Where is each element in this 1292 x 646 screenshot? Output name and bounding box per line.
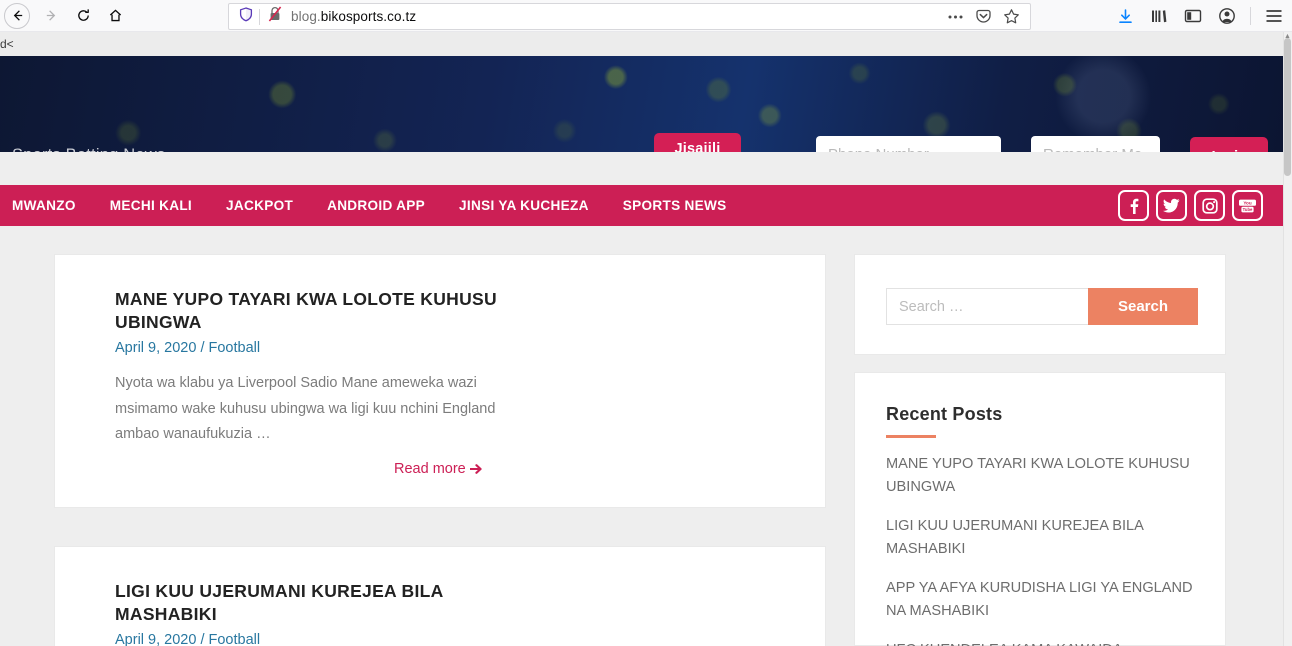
forward-button[interactable] [36, 2, 66, 30]
search-input[interactable] [886, 288, 1088, 325]
url-bar[interactable]: blog.bikosports.co.tz [228, 3, 1031, 30]
recent-post-item[interactable]: LIGI KUU UJERUMANI KUREJEA BILA MASHABIK… [886, 515, 1204, 561]
account-avatar-icon[interactable] [1211, 2, 1243, 30]
youtube-icon[interactable]: You Tube [1232, 190, 1263, 221]
reload-icon [77, 9, 89, 21]
search-button[interactable]: Search [1088, 288, 1198, 325]
broken-lock-icon[interactable] [268, 6, 282, 27]
search-widget: Search [854, 254, 1226, 355]
arrow-right-icon [469, 464, 482, 474]
recent-posts-list: MANE YUPO TAYARI KWA LOLOTE KUHUSU UBING… [886, 453, 1204, 646]
post-title[interactable]: LIGI KUU UJERUMANI KUREJEA BILA MASHABIK… [115, 580, 535, 626]
page-viewport: d< Sports Betting News Jisajili Ushinde … [0, 32, 1292, 646]
nav-item-mwanzo[interactable]: MWANZO [12, 198, 76, 213]
svg-text:You: You [1243, 200, 1252, 205]
page-top-fragment: d< [0, 32, 1283, 56]
forward-arrow-icon [46, 10, 55, 21]
downloads-arrow-icon[interactable] [1109, 2, 1141, 30]
register-button-line1: Jisajili [674, 141, 721, 152]
hamburger-menu-icon[interactable] [1258, 2, 1290, 30]
post-title[interactable]: MANE YUPO TAYARI KWA LOLOTE KUHUSU UBING… [115, 288, 535, 334]
content-area: MANE YUPO TAYARI KWA LOLOTE KUHUSU UBING… [0, 226, 1283, 646]
home-button[interactable] [100, 2, 130, 30]
nav-item-mechi-kali[interactable]: MECHI KALI [110, 198, 192, 213]
svg-text:Tube: Tube [1243, 207, 1253, 212]
url-domain: bikosports.co.tz [320, 9, 417, 24]
login-button[interactable]: Ingia [1190, 137, 1268, 152]
url-text: blog.bikosports.co.tz [291, 9, 416, 24]
site-header: Sports Betting News Jisajili Ushinde Rem… [0, 56, 1283, 152]
home-icon [109, 9, 121, 22]
page-actions-ellipsis-icon[interactable] [942, 5, 968, 29]
title-underline [886, 435, 936, 438]
nav-item-jinsi-ya-kucheza[interactable]: JINSI YA KUCHEZA [459, 198, 589, 213]
pocket-icon[interactable] [970, 5, 996, 29]
post-card: MANE YUPO TAYARI KWA LOLOTE KUHUSU UBING… [54, 254, 826, 508]
twitter-icon[interactable] [1156, 190, 1187, 221]
urlbar-action-icons [942, 5, 1024, 29]
post-meta[interactable]: April 9, 2020 / Football [115, 340, 260, 356]
read-more-link[interactable]: Read more [394, 461, 483, 477]
nav-item-android-app[interactable]: ANDROID APP [327, 198, 425, 213]
nav-item-jackpot[interactable]: JACKPOT [226, 198, 293, 213]
read-more-label: Read more [394, 461, 466, 477]
facebook-icon[interactable] [1118, 190, 1149, 221]
url-subdomain: blog. [291, 9, 321, 24]
nav-links: MWANZO MECHI KALI JACKPOT ANDROID APP JI… [0, 198, 727, 213]
toolbar-separator [1250, 7, 1251, 25]
scrollbar-thumb[interactable] [1284, 38, 1291, 176]
reload-button[interactable] [68, 2, 98, 30]
sidebar-icon[interactable] [1177, 2, 1209, 30]
register-button[interactable]: Jisajili Ushinde [654, 133, 741, 152]
password-input[interactable] [1031, 136, 1160, 152]
recent-post-item[interactable]: APP YA AFYA KURUDISHA LIGI YA ENGLAND NA… [886, 577, 1204, 623]
nav-item-sports-news[interactable]: SPORTS NEWS [623, 198, 727, 213]
toolbar-right-icons [1109, 0, 1290, 32]
phone-number-input[interactable] [816, 136, 1001, 152]
post-card: LIGI KUU UJERUMANI KUREJEA BILA MASHABIK… [54, 546, 826, 646]
back-arrow-icon [13, 10, 22, 21]
recent-post-item[interactable]: UFC KUENDELEA KAMA KAWAIDA [886, 639, 1204, 646]
library-icon[interactable] [1143, 2, 1175, 30]
urlbar-divider [259, 8, 260, 25]
main-navigation: MWANZO MECHI KALI JACKPOT ANDROID APP JI… [0, 185, 1283, 226]
tracking-protection-shield-icon[interactable] [239, 6, 253, 27]
browser-toolbar: blog.bikosports.co.tz [0, 0, 1292, 32]
social-links: You Tube [1118, 190, 1263, 221]
recent-posts-title: Recent Posts [886, 404, 1003, 424]
page-scrollbar[interactable]: ▲ [1283, 32, 1292, 646]
search-form: Search [886, 288, 1198, 325]
bookmark-star-icon[interactable] [998, 5, 1024, 29]
navigation-buttons [0, 2, 130, 30]
post-meta[interactable]: April 9, 2020 / Football [115, 632, 260, 646]
back-button[interactable] [4, 2, 30, 29]
site-brand-title: Sports Betting News [12, 146, 165, 152]
recent-post-item[interactable]: MANE YUPO TAYARI KWA LOLOTE KUHUSU UBING… [886, 453, 1204, 499]
instagram-icon[interactable] [1194, 190, 1225, 221]
recent-posts-widget: Recent Posts MANE YUPO TAYARI KWA LOLOTE… [854, 372, 1226, 646]
post-excerpt: Nyota wa klabu ya Liverpool Sadio Mane a… [115, 375, 496, 442]
